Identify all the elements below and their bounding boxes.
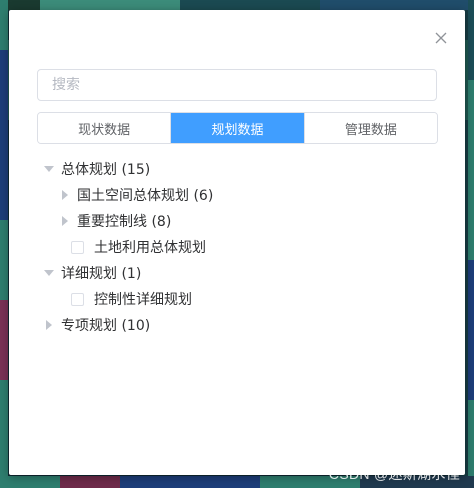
caret-down-icon[interactable] — [37, 261, 61, 285]
tab-current-data[interactable]: 现状数据 — [38, 113, 172, 143]
close-icon — [435, 32, 447, 44]
tree-node-label: 总体规划 (15) — [61, 162, 151, 178]
data-category-tabs: 现状数据 规划数据 管理数据 — [37, 112, 438, 144]
tree-node-land-use-master-plan[interactable]: 土地利用总体规划 — [37, 234, 437, 260]
tree-node-label: 重要控制线 (8) — [77, 214, 172, 230]
caret-right-icon[interactable] — [53, 183, 77, 207]
layer-checkbox[interactable] — [71, 240, 84, 254]
layer-tree: 总体规划 (15) 国土空间总体规划 (6) 重要控制线 (8) 土地利用总体规… — [37, 156, 437, 338]
tree-node-overall-planning[interactable]: 总体规划 (15) — [37, 156, 437, 182]
caret-down-icon[interactable] — [37, 157, 61, 181]
caret-right-icon[interactable] — [37, 313, 61, 337]
tree-node-regulatory-detailed-plan[interactable]: 控制性详细规划 — [37, 286, 437, 312]
background-map-top-edge — [0, 0, 474, 10]
watermark: CSDN @迷斯湖水怪 — [328, 466, 460, 482]
tree-node-territorial-master-plan[interactable]: 国土空间总体规划 (6) — [37, 182, 437, 208]
caret-right-icon[interactable] — [53, 209, 77, 233]
tab-planning-data[interactable]: 规划数据 — [171, 113, 305, 143]
tree-node-label: 控制性详细规划 — [94, 292, 192, 308]
search-input[interactable] — [37, 69, 437, 101]
tree-node-label: 专项规划 (10) — [61, 318, 151, 334]
tree-node-detailed-planning[interactable]: 详细规划 (1) — [37, 260, 437, 286]
tree-node-key-control-lines[interactable]: 重要控制线 (8) — [37, 208, 437, 234]
layer-data-dialog: 现状数据 规划数据 管理数据 总体规划 (15) 国土空间总体规划 (6) 重要… — [9, 10, 465, 475]
tree-node-label: 详细规划 (1) — [61, 266, 142, 282]
tree-node-label: 国土空间总体规划 (6) — [77, 188, 214, 204]
tree-node-label: 土地利用总体规划 — [94, 240, 206, 256]
tab-management-data[interactable]: 管理数据 — [304, 113, 437, 143]
tree-node-special-planning[interactable]: 专项规划 (10) — [37, 312, 437, 338]
background-map-left-edge — [0, 0, 8, 488]
layer-checkbox[interactable] — [71, 292, 84, 306]
background-map-right-edge — [468, 0, 474, 488]
close-button[interactable] — [429, 26, 453, 50]
